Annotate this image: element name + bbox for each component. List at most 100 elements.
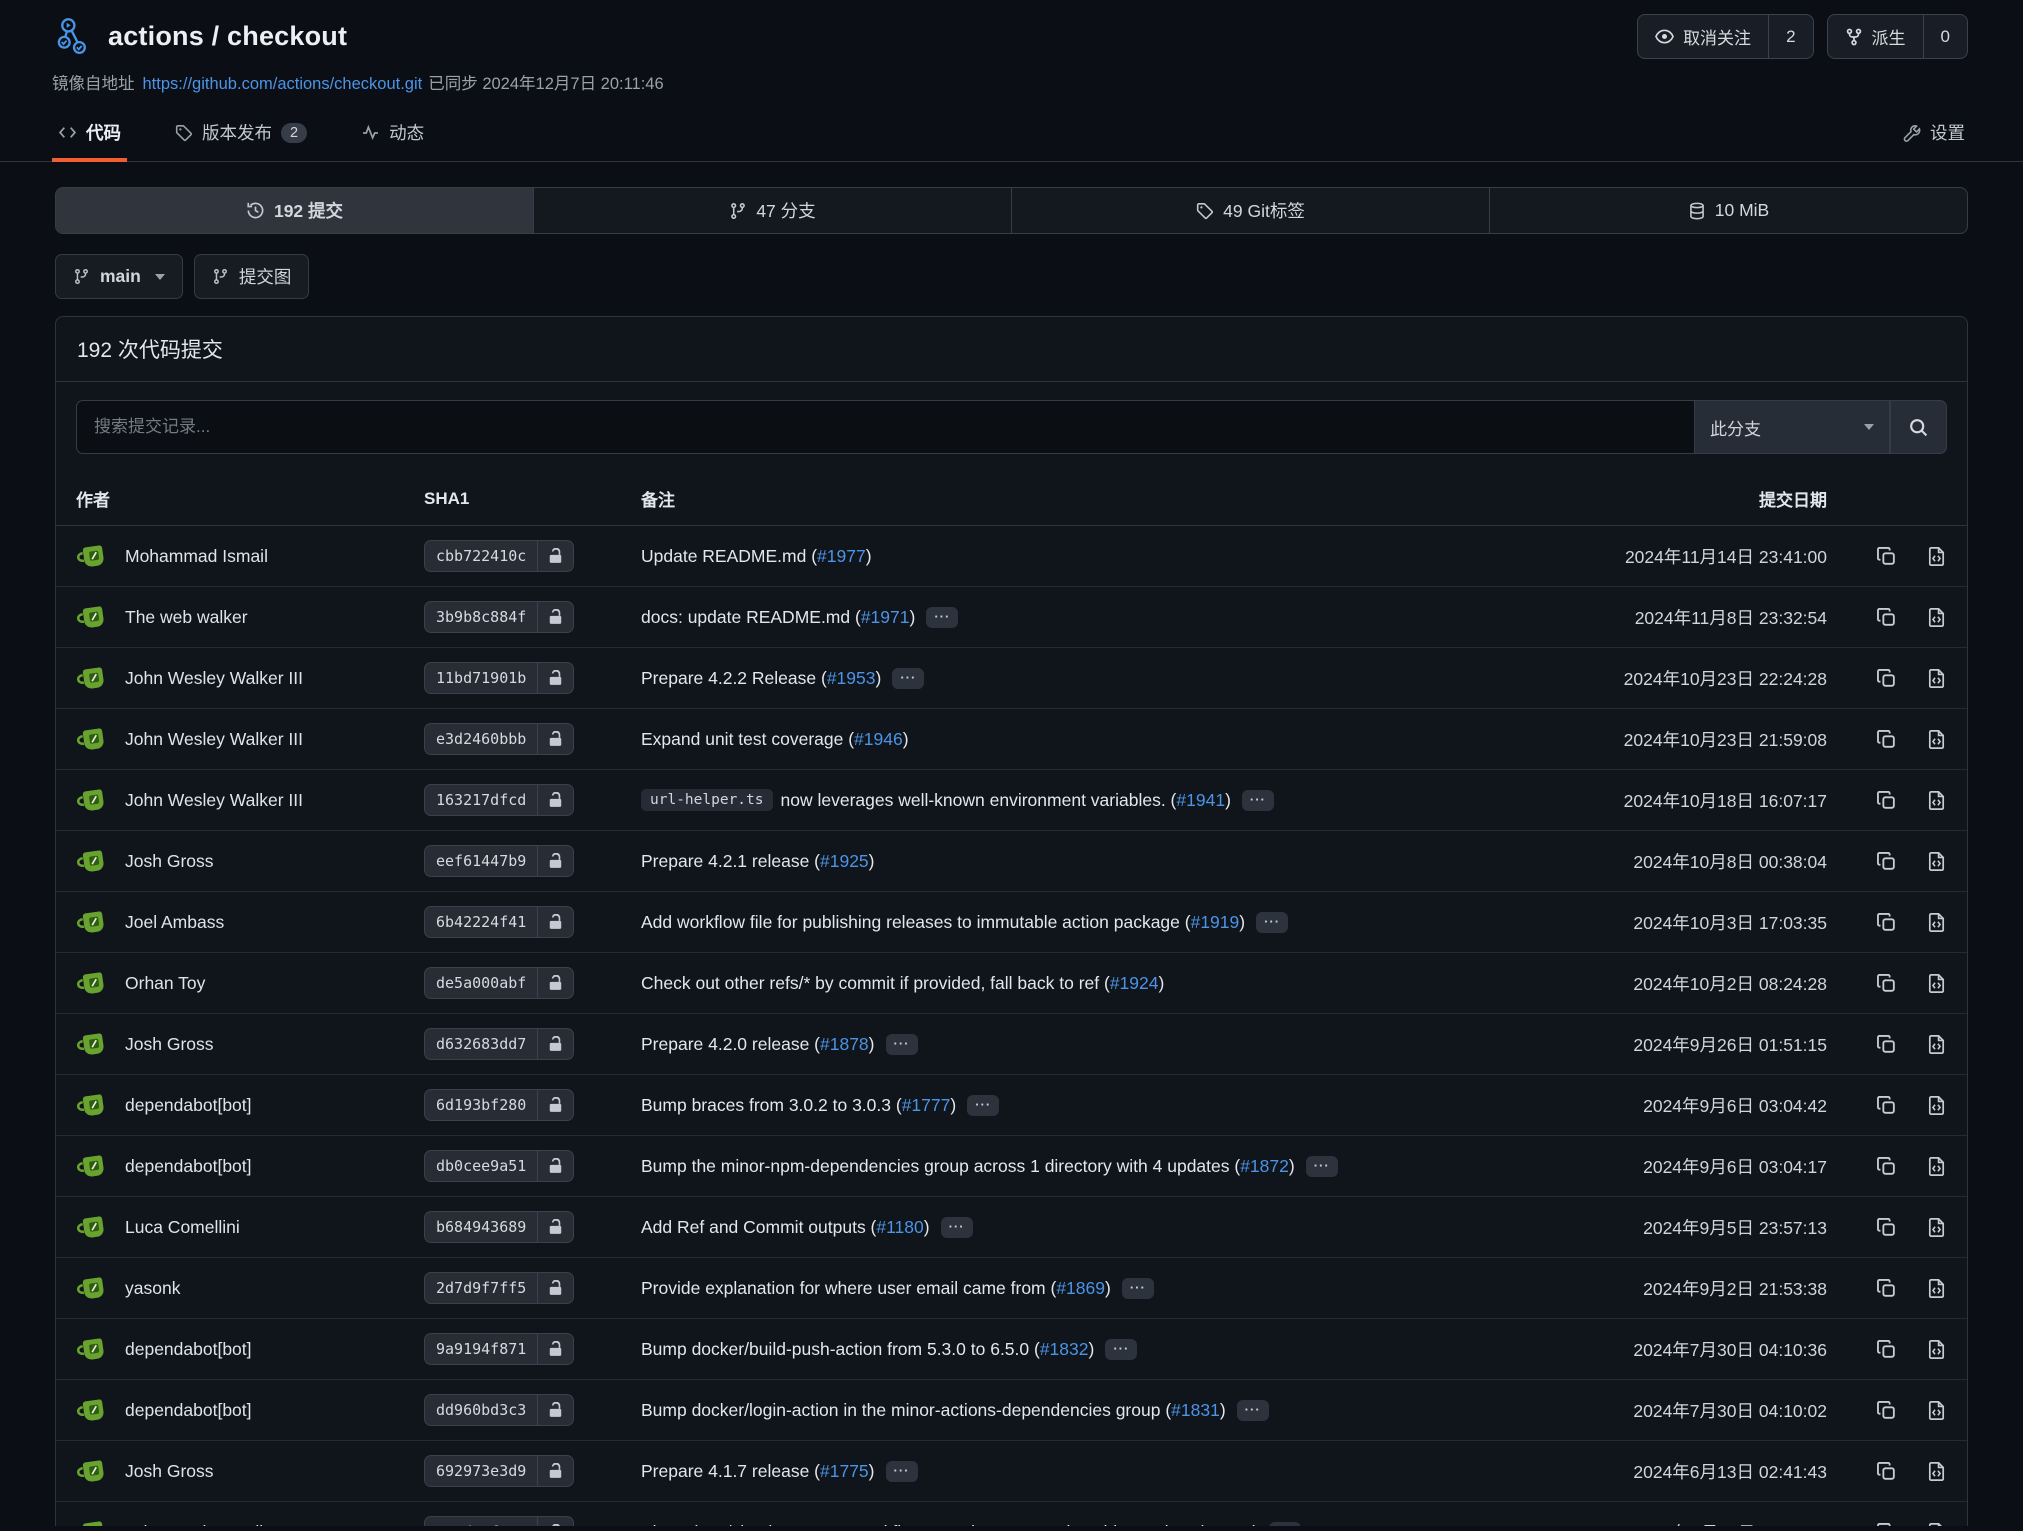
commit-sha-badge[interactable]: 6ccd57f4c5	[424, 1516, 574, 1526]
browse-code-button[interactable]	[1926, 729, 1947, 750]
expand-commit-body-button[interactable]: ···	[1122, 1278, 1154, 1299]
commit-message[interactable]: Prepare 4.1.7 release (	[641, 1461, 820, 1482]
browse-code-button[interactable]	[1926, 546, 1947, 567]
commit-sha-badge[interactable]: 692973e3d9	[424, 1455, 574, 1487]
commit-sha-badge[interactable]: d632683dd7	[424, 1028, 574, 1060]
browse-code-button[interactable]	[1926, 1522, 1947, 1527]
browse-code-button[interactable]	[1926, 1339, 1947, 1360]
commit-message[interactable]: Bump docker/build-push-action from 5.3.0…	[641, 1339, 1040, 1360]
commit-author[interactable]: Joel Ambass	[125, 912, 224, 933]
commit-message[interactable]: Prepare 4.2.2 Release (	[641, 668, 827, 689]
commit-author[interactable]: John Wesley Walker III	[125, 729, 303, 750]
branch-selector[interactable]: main	[55, 254, 183, 299]
copy-sha-button[interactable]	[1876, 851, 1897, 872]
search-button[interactable]	[1890, 400, 1947, 454]
commit-author[interactable]: yasonk	[125, 1278, 180, 1299]
browse-code-button[interactable]	[1926, 1095, 1947, 1116]
expand-commit-body-button[interactable]: ···	[926, 607, 958, 628]
copy-sha-button[interactable]	[1876, 546, 1897, 567]
commit-sha-badge[interactable]: 11bd71901b	[424, 662, 574, 694]
pr-link[interactable]: #1831	[1171, 1400, 1220, 1421]
commit-sha-badge[interactable]: 6b42224f41	[424, 906, 574, 938]
commit-author[interactable]: Josh Gross	[125, 851, 214, 872]
expand-commit-body-button[interactable]: ···	[1242, 790, 1274, 811]
commit-message[interactable]: Provide explanation for where user email…	[641, 1278, 1056, 1299]
watch-count[interactable]: 2	[1768, 15, 1812, 58]
expand-commit-body-button[interactable]: ···	[886, 1461, 918, 1482]
commit-sha-badge[interactable]: de5a000abf	[424, 967, 574, 999]
commit-graph-button[interactable]: 提交图	[194, 254, 310, 299]
browse-code-button[interactable]	[1926, 668, 1947, 689]
copy-sha-button[interactable]	[1876, 1522, 1897, 1527]
copy-sha-button[interactable]	[1876, 1217, 1897, 1238]
commit-author[interactable]: dependabot[bot]	[125, 1400, 252, 1421]
pr-link[interactable]: #1977	[817, 546, 866, 567]
commit-author[interactable]: Mohammad Ismail	[125, 546, 268, 567]
commit-sha-badge[interactable]: 3b9b8c884f	[424, 601, 574, 633]
commit-sha-badge[interactable]: cbb722410c	[424, 540, 574, 572]
commit-author[interactable]: Orhan Toy	[125, 973, 205, 994]
pr-link[interactable]: #1924	[1110, 973, 1159, 994]
commit-sha-badge[interactable]: eef61447b9	[424, 845, 574, 877]
commit-sha-badge[interactable]: 163217dfcd	[424, 784, 574, 816]
pr-link[interactable]: #1775	[820, 1461, 869, 1482]
search-input[interactable]	[76, 400, 1694, 454]
browse-code-button[interactable]	[1926, 1461, 1947, 1482]
pr-link[interactable]: #1869	[1056, 1278, 1105, 1299]
fork-count[interactable]: 0	[1923, 15, 1967, 58]
copy-sha-button[interactable]	[1876, 1156, 1897, 1177]
tab-code[interactable]: 代码	[55, 107, 124, 161]
pr-link[interactable]: #1832	[1040, 1339, 1089, 1360]
commit-message[interactable]: Add workflow file for publishing release…	[641, 912, 1191, 933]
branch-filter-select[interactable]: 此分支	[1694, 400, 1890, 454]
commit-author[interactable]: Josh Gross	[125, 1461, 214, 1482]
commit-author[interactable]: Josh Gross	[125, 1034, 214, 1055]
copy-sha-button[interactable]	[1876, 912, 1897, 933]
pr-link[interactable]: #1776	[1204, 1522, 1253, 1527]
commit-sha-badge[interactable]: 6d193bf280	[424, 1089, 574, 1121]
pr-link[interactable]: #1180	[876, 1217, 923, 1238]
copy-sha-button[interactable]	[1876, 668, 1897, 689]
browse-code-button[interactable]	[1926, 1156, 1947, 1177]
browse-code-button[interactable]	[1926, 851, 1947, 872]
pr-link[interactable]: #1878	[820, 1034, 869, 1055]
commit-message[interactable]: docs: update README.md (	[641, 607, 861, 628]
browse-code-button[interactable]	[1926, 790, 1947, 811]
expand-commit-body-button[interactable]: ···	[1269, 1522, 1301, 1527]
commit-author[interactable]: John Wesley Walker III	[125, 1522, 303, 1527]
commit-sha-badge[interactable]: e3d2460bbb	[424, 723, 574, 755]
commit-message[interactable]: Prepare 4.2.1 release (	[641, 851, 820, 872]
stat-branches[interactable]: 47 分支	[534, 188, 1012, 233]
fork-button[interactable]: 派生 0	[1827, 14, 1968, 59]
browse-code-button[interactable]	[1926, 1400, 1947, 1421]
copy-sha-button[interactable]	[1876, 1400, 1897, 1421]
commit-author[interactable]: Luca Comellini	[125, 1217, 240, 1238]
copy-sha-button[interactable]	[1876, 1095, 1897, 1116]
copy-sha-button[interactable]	[1876, 607, 1897, 628]
commit-author[interactable]: dependabot[bot]	[125, 1339, 252, 1360]
pr-link[interactable]: #1941	[1176, 790, 1225, 811]
pr-link[interactable]: #1872	[1240, 1156, 1289, 1177]
commit-author[interactable]: dependabot[bot]	[125, 1156, 252, 1177]
commit-sha-badge[interactable]: db0cee9a51	[424, 1150, 574, 1182]
tab-releases[interactable]: 版本发布 2	[172, 107, 310, 161]
copy-sha-button[interactable]	[1876, 1278, 1897, 1299]
mirror-url-link[interactable]: https://github.com/actions/checkout.git	[143, 75, 423, 93]
expand-commit-body-button[interactable]: ···	[1306, 1156, 1338, 1177]
pr-link[interactable]: #1953	[827, 668, 876, 689]
expand-commit-body-button[interactable]: ···	[886, 1034, 918, 1055]
commit-author[interactable]: dependabot[bot]	[125, 1095, 252, 1116]
tab-settings[interactable]: 设置	[1900, 107, 1968, 161]
copy-sha-button[interactable]	[1876, 1034, 1897, 1055]
stat-commits[interactable]: 192 提交	[56, 188, 534, 233]
browse-code-button[interactable]	[1926, 1217, 1947, 1238]
commit-message[interactable]: Pin actions/checkout's own workflows to …	[641, 1522, 1204, 1527]
pr-link[interactable]: #1777	[902, 1095, 951, 1116]
commit-author[interactable]: The web walker	[125, 607, 248, 628]
commit-message[interactable]: Prepare 4.2.0 release (	[641, 1034, 820, 1055]
commit-sha-badge[interactable]: dd960bd3c3	[424, 1394, 574, 1426]
copy-sha-button[interactable]	[1876, 973, 1897, 994]
browse-code-button[interactable]	[1926, 607, 1947, 628]
commit-message[interactable]: Bump docker/login-action in the minor-ac…	[641, 1400, 1171, 1421]
copy-sha-button[interactable]	[1876, 790, 1897, 811]
